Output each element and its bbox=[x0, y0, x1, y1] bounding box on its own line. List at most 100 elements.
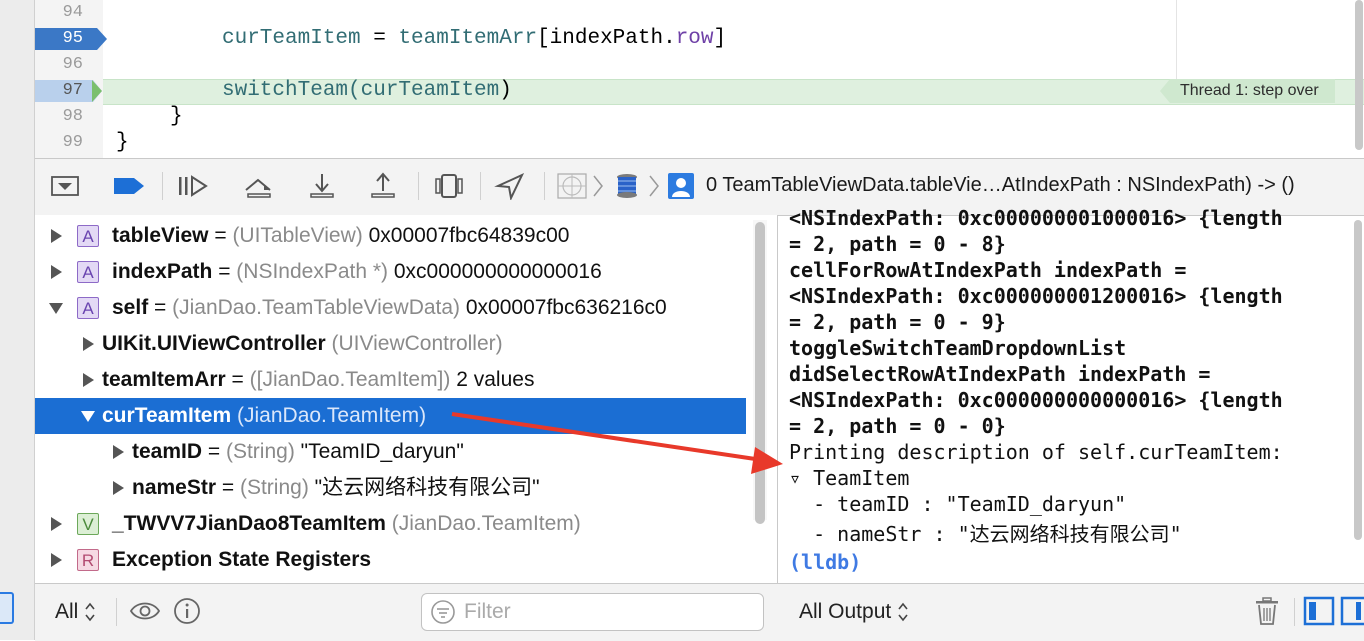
disclosure-triangle-icon[interactable] bbox=[51, 265, 62, 279]
code-line-95[interactable]: curTeamItem = teamItemArr[indexPath.row] bbox=[222, 26, 726, 52]
memory-graph-button[interactable] bbox=[555, 168, 589, 204]
toolbar-separator bbox=[1294, 598, 1295, 626]
console-line: = 2, path = 0 - 0} bbox=[789, 414, 1006, 438]
line-number: 97 bbox=[62, 81, 83, 100]
program-counter-icon[interactable] bbox=[92, 80, 102, 102]
toolbar-separator bbox=[418, 172, 419, 200]
frame-button[interactable] bbox=[664, 168, 698, 204]
code-token: curTeamItem bbox=[222, 27, 361, 50]
disclosure-triangle-icon[interactable] bbox=[113, 445, 124, 459]
line-number: 95 bbox=[62, 29, 83, 48]
disclosure-triangle-icon[interactable] bbox=[113, 481, 124, 495]
frame-icon bbox=[668, 173, 694, 199]
show-variables-button[interactable] bbox=[1303, 596, 1335, 631]
console-line: <NSIndexPath: 0xc000000000000016> {lengt… bbox=[789, 388, 1283, 412]
variable-name: indexPath bbox=[112, 260, 213, 283]
filter-icon bbox=[431, 600, 455, 624]
disclosure-triangle-icon[interactable] bbox=[83, 337, 94, 351]
variable-row[interactable]: nameStr = (String) "达云网络科技有限公司" bbox=[35, 470, 746, 506]
variable-row[interactable]: A tableView = (UITableView) 0x00007fbc64… bbox=[35, 218, 746, 254]
variable-row[interactable]: A indexPath = (NSIndexPath *) 0xc0000000… bbox=[35, 254, 746, 290]
hide-debug-area-button[interactable] bbox=[48, 168, 82, 204]
variable-value: 0x00007fbc636216c0 bbox=[460, 296, 667, 319]
left-panel-icon bbox=[1303, 596, 1335, 626]
filter-placeholder: Filter bbox=[464, 600, 511, 623]
code-line-99[interactable]: } bbox=[116, 130, 129, 156]
code-token: ] bbox=[713, 27, 727, 50]
disclosure-triangle-expanded-icon[interactable] bbox=[81, 411, 95, 422]
register-badge-icon: R bbox=[77, 549, 99, 571]
thread-icon bbox=[617, 174, 637, 198]
breakpoints-toggle-button[interactable] bbox=[112, 168, 146, 204]
console-line: - nameStr : "达云网络科技有限公司" bbox=[789, 522, 1182, 546]
step-into-button[interactable] bbox=[305, 168, 339, 204]
code-line-97[interactable]: switchTeam(curTeamItem) bbox=[222, 78, 512, 104]
console-line: - teamID : "TeamID_daryun" bbox=[789, 492, 1127, 516]
thread-button[interactable] bbox=[610, 168, 644, 204]
code-token: curTeamItem bbox=[360, 79, 500, 102]
navigator-toggle-button[interactable] bbox=[0, 592, 14, 624]
code-line-98[interactable]: } bbox=[170, 104, 183, 130]
variable-type: ([JianDao.TeamItem]) bbox=[249, 368, 451, 391]
disclosure-triangle-icon[interactable] bbox=[51, 553, 62, 567]
variable-type: (String) bbox=[225, 440, 295, 463]
disclosure-triangle-icon[interactable] bbox=[51, 517, 62, 531]
up-down-chevron-icon bbox=[85, 602, 95, 622]
quick-look-button[interactable] bbox=[129, 598, 161, 629]
argument-badge-icon: A bbox=[77, 297, 99, 319]
variable-row-selected[interactable]: curTeamItem (JianDao.TeamItem) bbox=[35, 398, 746, 434]
disclosure-triangle-icon[interactable] bbox=[83, 373, 94, 387]
toolbar-separator bbox=[544, 172, 545, 200]
print-description-button[interactable] bbox=[173, 597, 201, 630]
console-scrollbar[interactable] bbox=[1354, 220, 1362, 540]
page-guide-line bbox=[1176, 0, 1177, 79]
code-token: teamItemArr bbox=[398, 27, 538, 50]
stack-frame-label[interactable]: 0 TeamTableViewData.tableVie…AtIndexPath… bbox=[706, 174, 1364, 197]
editor-scrollbar[interactable] bbox=[1355, 0, 1363, 150]
variable-type: (JianDao.TeamItem) bbox=[391, 512, 581, 535]
show-console-button[interactable] bbox=[1340, 596, 1364, 631]
variable-row[interactable]: teamItemArr = ([JianDao.TeamItem]) 2 val… bbox=[35, 362, 746, 398]
simulate-location-button[interactable] bbox=[494, 168, 528, 204]
scope-popup[interactable]: All bbox=[55, 600, 96, 624]
console-line: = 2, path = 0 - 9} bbox=[789, 310, 1006, 334]
scope-label: All bbox=[55, 600, 79, 623]
variable-value: "达云网络科技有限公司" bbox=[308, 476, 540, 499]
step-out-button[interactable] bbox=[366, 168, 400, 204]
view-hierarchy-button[interactable] bbox=[432, 168, 466, 204]
variable-row[interactable]: R Exception State Registers bbox=[35, 542, 746, 578]
thread-status-label: Thread 1: step over bbox=[1160, 79, 1335, 103]
breakpoints-toggle-icon bbox=[114, 178, 144, 194]
output-popup[interactable]: All Output bbox=[799, 600, 909, 624]
argument-badge-icon: A bbox=[77, 261, 99, 283]
variable-type: (UIViewController) bbox=[331, 332, 503, 355]
variable-row[interactable]: A self = (JianDao.TeamTableViewData) 0x0… bbox=[35, 290, 746, 326]
toolbar-separator bbox=[480, 172, 481, 200]
line-number: 99 bbox=[62, 133, 83, 152]
disclosure-triangle-expanded-icon[interactable] bbox=[49, 303, 63, 314]
line-number: 94 bbox=[62, 3, 83, 22]
simulate-location-icon bbox=[494, 172, 525, 200]
lldb-prompt[interactable]: (lldb) bbox=[789, 549, 861, 575]
clear-console-button[interactable] bbox=[1253, 596, 1281, 631]
variable-type: (NSIndexPath *) bbox=[236, 260, 389, 283]
right-panel-icon bbox=[1340, 596, 1364, 626]
line-number: 98 bbox=[62, 107, 83, 126]
console-line: <NSIndexPath: 0xc000000001000016> {lengt… bbox=[789, 206, 1283, 230]
continue-button[interactable] bbox=[176, 168, 210, 204]
code-token: [indexPath. bbox=[537, 27, 676, 50]
variable-row[interactable]: UIKit.UIViewController (UIViewController… bbox=[35, 326, 746, 362]
variable-row[interactable]: V _TWVV7JianDao8TeamItem (JianDao.TeamIt… bbox=[35, 506, 746, 542]
console-line: cellForRowAtIndexPath indexPath = bbox=[789, 258, 1187, 282]
local-variable-badge-icon: V bbox=[77, 513, 99, 535]
info-icon bbox=[174, 598, 200, 624]
variable-type: (JianDao.TeamTableViewData) bbox=[172, 296, 461, 319]
toolbar-separator bbox=[162, 172, 163, 200]
variable-value: 0xc000000000000016 bbox=[388, 260, 602, 283]
variables-scrollbar-thumb[interactable] bbox=[755, 222, 765, 524]
variable-row[interactable]: teamID = (String) "TeamID_daryun" bbox=[35, 434, 746, 470]
variable-name: teamID bbox=[132, 440, 203, 463]
disclosure-triangle-icon[interactable] bbox=[51, 229, 62, 243]
variable-value: "TeamID_daryun" bbox=[294, 440, 464, 463]
step-over-button[interactable] bbox=[242, 168, 276, 204]
